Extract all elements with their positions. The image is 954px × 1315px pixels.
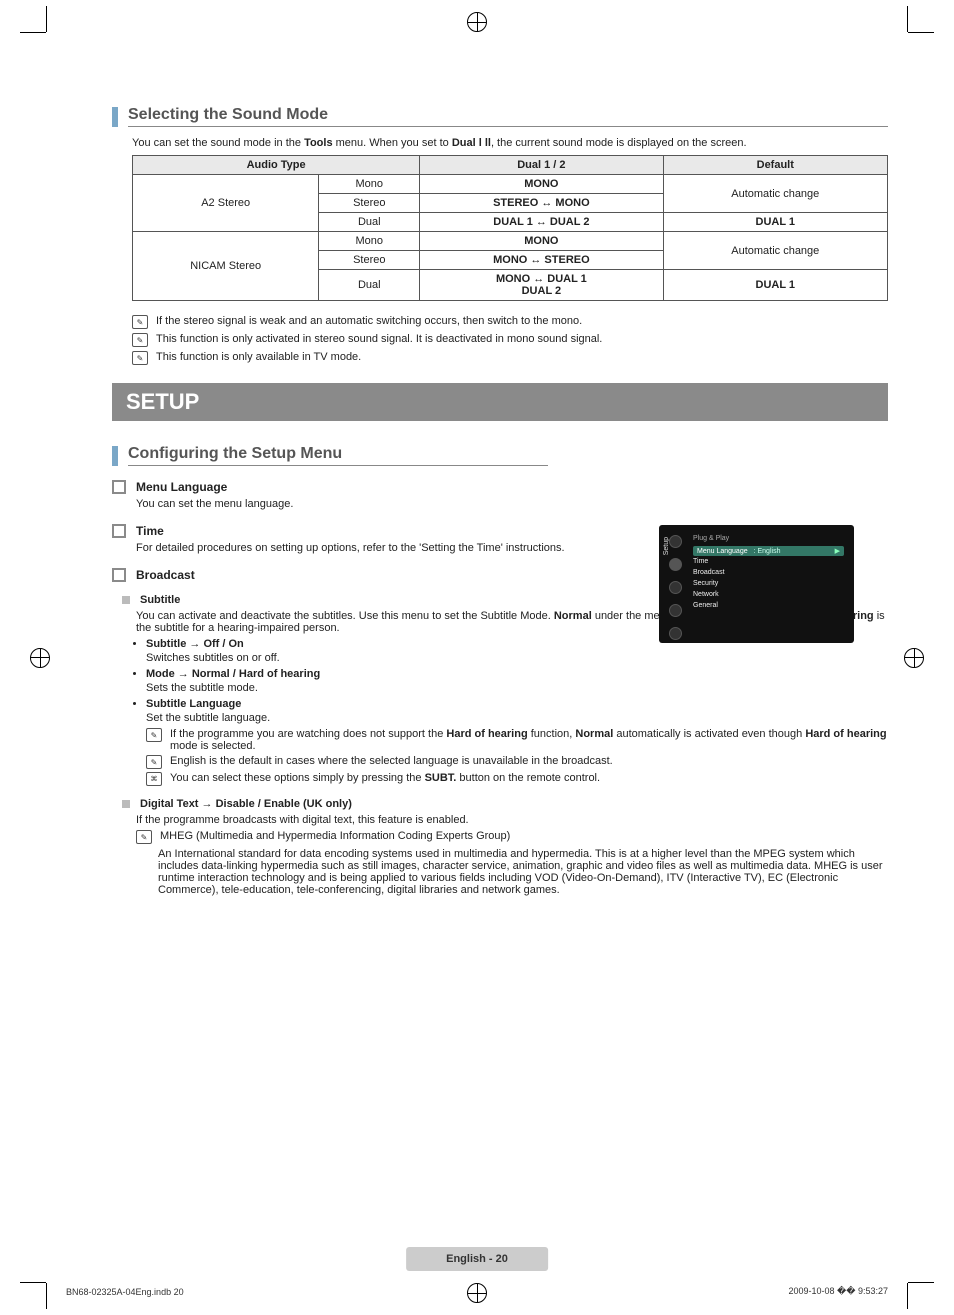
tv-item: Broadcast [693,567,844,578]
tv-sidebar-gear-icon [669,558,682,571]
note-text: This function is only available in TV mo… [156,351,361,363]
th-default: Default [663,156,887,175]
crop-mark-icon [46,6,47,32]
registration-mark-icon [467,1283,487,1303]
registration-mark-icon [467,12,487,32]
tv-sidebar-dot-icon [669,627,682,640]
th-dual: Dual 1 / 2 [420,156,663,175]
section-heading-config: Configuring the Setup Menu [112,445,888,466]
note-text: You can select these options simply by p… [170,772,600,784]
crop-mark-icon [907,1283,908,1309]
setup-band: SETUP [112,383,888,421]
cell-group-a2: A2 Stereo [133,175,319,232]
cell: Dual [319,213,420,232]
tv-menu-mock: Setup Plug & Play Menu Language : Englis… [659,525,854,643]
square-bullet-icon [112,524,126,538]
note-icon: ✎ [132,333,148,347]
arrow-right-icon: ▶ [835,547,840,555]
cell: MONO ↔ DUAL 1 DUAL 2 [420,270,663,301]
mini-square-icon [122,800,130,808]
cell: Automatic change [663,232,887,270]
cell: Mono [319,232,420,251]
heading-accent-icon [112,446,118,466]
section-heading-sound: Selecting the Sound Mode [112,106,888,127]
cell: DUAL 1 ↔ DUAL 2 [420,213,663,232]
cell: DUAL 1 [663,213,887,232]
cell: Stereo [319,251,420,270]
sub-heading-menu-language: Menu Language [112,480,888,494]
tv-item-selected: Menu Language : English ▶ [693,546,844,556]
subtitle-bullet-list: Subtitle → Off / On Switches subtitles o… [146,638,888,786]
body-text: If the programme broadcasts with digital… [136,814,888,826]
heading-accent-icon [112,107,118,127]
square-bullet-icon [112,480,126,494]
list-item: Subtitle Language Set the subtitle langu… [146,698,888,786]
note-text: This function is only activated in stere… [156,333,602,345]
registration-mark-icon [904,648,924,668]
note-text: If the programme you are watching does n… [170,728,888,752]
tv-side-icons [669,535,682,640]
crop-mark-icon [20,1282,46,1283]
crop-mark-icon [20,32,46,33]
heading-text: Selecting the Sound Mode [128,106,888,124]
tv-sidebar-dot-icon [669,535,682,548]
cell: Stereo [319,194,420,213]
crop-mark-icon [908,1282,934,1283]
body-text: You can set the menu language. [136,498,888,510]
cell: MONO ↔ STEREO [420,251,663,270]
note-text: English is the default in cases where th… [170,755,613,767]
note-icon: ✎ [132,351,148,365]
tv-sidebar-dot-icon [669,581,682,594]
cell-group-nicam: NICAM Stereo [133,232,319,301]
body-text: An International standard for data encod… [158,848,888,896]
cell: STEREO ↔ MONO [420,194,663,213]
tv-item: Time [693,556,844,567]
tv-item: Security [693,578,844,589]
note-icon: ✎ [146,728,162,742]
sub2-heading-digital-text: Digital Text → Disable / Enable (UK only… [122,798,888,810]
cell: Dual [319,270,420,301]
crop-mark-icon [46,1283,47,1309]
th-audio-type: Audio Type [133,156,420,175]
crop-mark-icon [907,6,908,32]
tv-item: General [693,600,844,611]
square-bullet-icon [112,568,126,582]
note-icon: ✎ [146,755,162,769]
footer-left: BN68-02325A-04Eng.indb 20 [66,1287,184,1297]
crop-mark-icon [908,32,934,33]
note-text: MHEG (Multimedia and Hypermedia Informat… [160,830,510,842]
sound-mode-table: Audio Type Dual 1 / 2 Default A2 Stereo … [132,155,888,301]
remote-button-icon: ⌘ [146,772,162,786]
registration-mark-icon [30,648,50,668]
cell: Mono [319,175,420,194]
cell: DUAL 1 [663,270,887,301]
sound-intro: You can set the sound mode in the Tools … [132,137,888,149]
cell: Automatic change [663,175,887,213]
footer-right: 2009-10-08 �� 9:53:27 [788,1286,888,1297]
manual-page: Selecting the Sound Mode You can set the… [0,0,954,1315]
heading-text: Configuring the Setup Menu [128,445,548,463]
page-number-pill: English - 20 [406,1247,548,1271]
list-item: Mode → Normal / Hard of hearing Sets the… [146,668,888,694]
tv-item: Plug & Play [693,535,844,542]
tv-sidebar-dot-icon [669,604,682,617]
note-icon: ✎ [136,830,152,844]
cell: MONO [420,175,663,194]
cell: MONO [420,232,663,251]
sound-notes: ✎ If the stereo signal is weak and an aut… [132,315,888,365]
note-text: If the stereo signal is weak and an auto… [156,315,582,327]
mini-square-icon [122,596,130,604]
tv-item: Network [693,589,844,600]
note-icon: ✎ [132,315,148,329]
